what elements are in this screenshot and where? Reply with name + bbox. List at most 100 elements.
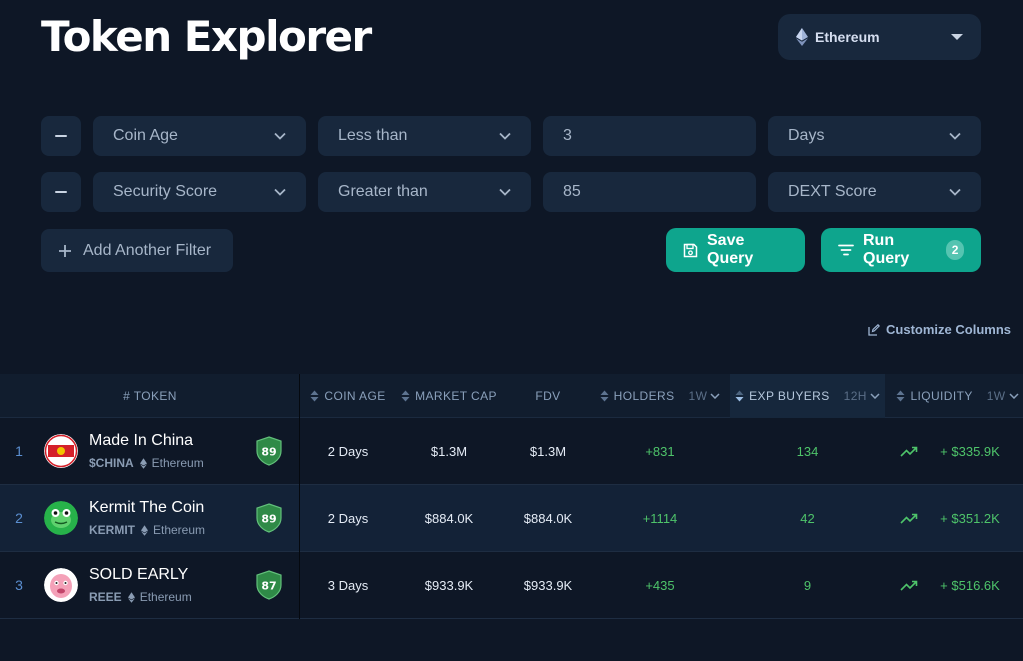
exp-buyers-period-select[interactable]: 12H xyxy=(844,389,880,403)
sort-icon xyxy=(310,390,319,402)
column-header-fdv-label: FDV xyxy=(535,389,561,403)
filter-field-label: Coin Age xyxy=(113,127,178,144)
filter-field-select[interactable]: Coin Age xyxy=(93,116,306,156)
chevron-down-icon xyxy=(274,132,286,140)
token-chain: Ethereum xyxy=(151,456,204,470)
filter-unit-select[interactable]: Days xyxy=(768,116,981,156)
plus-icon xyxy=(58,244,72,258)
filter-operator-select[interactable]: Greater than xyxy=(318,172,531,212)
row-rank: 1 xyxy=(15,443,23,459)
filter-unit-select[interactable]: DEXT Score xyxy=(768,172,981,212)
table-row[interactable]: 2 Kermit The Coin KERMIT Ethereum 89 2 D… xyxy=(0,485,1023,552)
network-select[interactable]: Ethereum xyxy=(778,14,981,60)
column-header-fdv[interactable]: FDV xyxy=(512,374,584,418)
pink-face-logo xyxy=(44,568,78,602)
chevron-down-icon xyxy=(499,188,511,196)
token-name[interactable]: SOLD EARLY xyxy=(89,566,188,584)
trend-up-icon xyxy=(900,485,918,551)
token-meta: KERMIT Ethereum xyxy=(89,523,205,537)
chevron-down-icon xyxy=(949,188,961,196)
column-header-coin-age-label: COIN AGE xyxy=(324,389,386,403)
column-header-token-label: # TOKEN xyxy=(123,389,177,403)
exp-buyers-cell: 134 xyxy=(796,443,819,459)
filter-field-label: Security Score xyxy=(113,183,218,200)
token-symbol: KERMIT xyxy=(89,523,135,537)
sort-icon xyxy=(896,390,905,402)
row-rank: 2 xyxy=(15,510,23,526)
token-meta: $CHINA Ethereum xyxy=(89,456,204,470)
add-filter-button[interactable]: Add Another Filter xyxy=(41,229,233,272)
token-explorer-page: Token Explorer Ethereum Coin Age Less th… xyxy=(0,0,1023,661)
save-icon xyxy=(683,243,698,258)
column-header-token: # TOKEN xyxy=(0,374,300,418)
ethereum-icon xyxy=(127,591,135,603)
filter-unit-label: DEXT Score xyxy=(788,183,877,200)
filter-operator-label: Less than xyxy=(338,127,408,144)
save-query-button[interactable]: Save Query xyxy=(666,228,805,272)
fdv-cell: $933.9K xyxy=(523,577,573,593)
column-header-market-cap-label: MARKET CAP xyxy=(415,389,497,403)
china-flag-logo xyxy=(44,434,78,468)
security-score-badge: 89 xyxy=(256,485,282,551)
holders-cell: +435 xyxy=(645,577,675,593)
row-rank: 3 xyxy=(15,577,23,593)
edit-icon xyxy=(868,323,881,336)
market-cap-cell: $1.3M xyxy=(430,443,468,459)
token-chain: Ethereum xyxy=(139,590,192,604)
security-score-badge: 87 xyxy=(256,552,282,618)
table-row[interactable]: 3 SOLD EARLY REEE Ethereum 87 3 Days $93… xyxy=(0,552,1023,619)
chevron-down-icon xyxy=(870,393,880,399)
token-name[interactable]: Made In China xyxy=(89,432,193,450)
token-symbol: $CHINA xyxy=(89,456,134,470)
ethereum-icon xyxy=(139,457,147,469)
sticky-column-divider xyxy=(299,374,300,619)
token-symbol: REEE xyxy=(89,590,122,604)
customize-columns-link[interactable]: Customize Columns xyxy=(868,322,1011,337)
remove-filter-button[interactable] xyxy=(41,172,81,212)
security-score-badge: 89 xyxy=(256,418,282,484)
column-header-holders[interactable]: HOLDERS 1W xyxy=(596,374,724,418)
holders-cell: +831 xyxy=(645,443,675,459)
column-header-exp-buyers-label: EXP BUYERS xyxy=(749,389,830,403)
holders-period-select[interactable]: 1W xyxy=(689,389,721,403)
table-row[interactable]: 1 Made In China $CHINA Ethereum 89 2 Day… xyxy=(0,418,1023,485)
minus-icon xyxy=(55,191,67,193)
filter-count-badge: 2 xyxy=(946,240,964,260)
filter-field-select[interactable]: Security Score xyxy=(93,172,306,212)
column-header-coin-age[interactable]: COIN AGE xyxy=(302,374,394,418)
page-title: Token Explorer xyxy=(41,12,372,61)
trend-up-icon xyxy=(900,418,918,484)
caret-down-icon xyxy=(951,33,963,41)
sort-icon xyxy=(401,390,410,402)
liquidity-period-select[interactable]: 1W xyxy=(987,389,1019,403)
filter-value-input[interactable]: 3 xyxy=(543,116,756,156)
fdv-cell: $1.3M xyxy=(529,443,567,459)
ethereum-icon xyxy=(141,524,148,536)
filter-value-text: 3 xyxy=(563,127,572,144)
sort-icon xyxy=(600,390,609,402)
column-header-exp-buyers[interactable]: EXP BUYERS 12H xyxy=(730,374,885,418)
filter-value-input[interactable]: 85 xyxy=(543,172,756,212)
chevron-down-icon xyxy=(710,393,720,399)
filter-operator-select[interactable]: Less than xyxy=(318,116,531,156)
token-meta: REEE Ethereum xyxy=(89,590,192,604)
liquidity-cell: + $351.2K xyxy=(940,510,1000,526)
remove-filter-button[interactable] xyxy=(41,116,81,156)
market-cap-cell: $884.0K xyxy=(424,510,474,526)
filter-icon xyxy=(838,244,854,256)
table-header: # TOKEN COIN AGE MARKET CAP FDV HOLDERS … xyxy=(0,374,1023,418)
token-chain: Ethereum xyxy=(153,523,206,537)
run-query-label: Run Query xyxy=(863,232,910,267)
run-query-button[interactable]: Run Query 2 xyxy=(821,228,981,272)
save-query-label: Save Query xyxy=(707,232,754,267)
token-name[interactable]: Kermit The Coin xyxy=(89,499,204,517)
exp-buyers-period-label: 12H xyxy=(843,389,867,403)
column-header-liquidity[interactable]: LIQUIDITY 1W xyxy=(892,374,1023,418)
security-score-value: 87 xyxy=(261,580,276,593)
frog-logo xyxy=(44,501,78,535)
security-score-value: 89 xyxy=(261,446,276,459)
column-header-market-cap[interactable]: MARKET CAP xyxy=(398,374,500,418)
holders-cell: +1114 xyxy=(642,510,678,526)
sort-active-icon xyxy=(735,390,744,402)
filter-unit-label: Days xyxy=(788,127,825,144)
